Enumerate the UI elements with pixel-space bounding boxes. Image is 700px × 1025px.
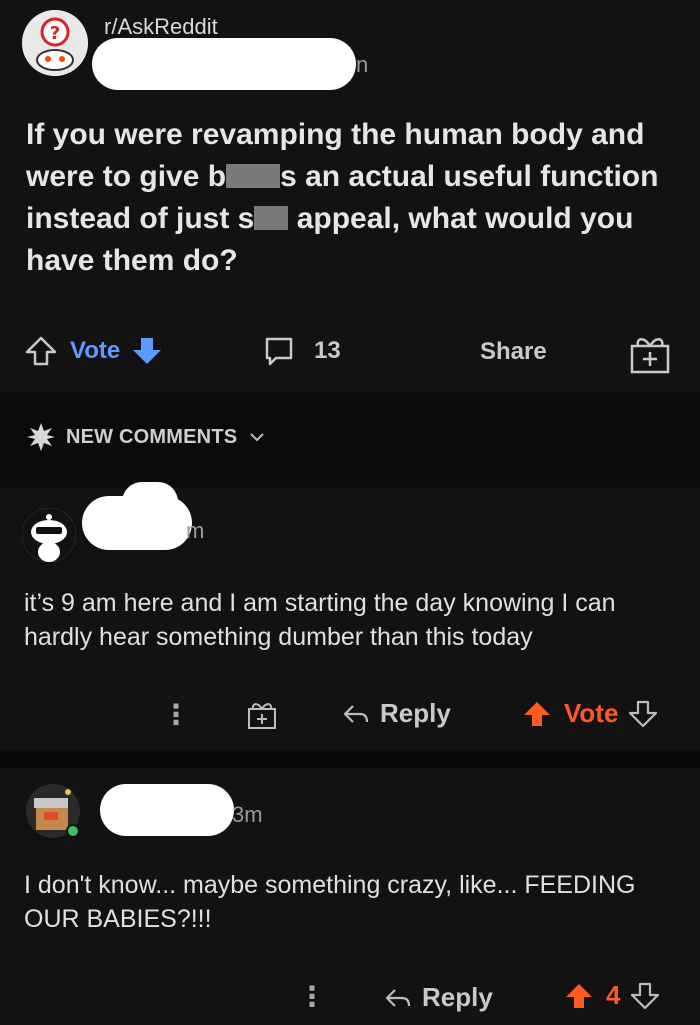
reply-label: Reply — [422, 982, 493, 1012]
post-action-bar: Vote 13 Share — [24, 328, 684, 378]
downvote-arrow-icon[interactable] — [630, 981, 660, 1011]
post-card: ? r/AskReddit n If you were revamping th… — [0, 0, 700, 392]
comment: 3m I don't know... maybe something crazy… — [0, 768, 700, 1025]
post-vote-group: Vote — [24, 334, 164, 368]
redacted-username — [92, 38, 356, 90]
share-button[interactable]: Share — [480, 338, 547, 366]
reply-label: Reply — [380, 698, 451, 728]
vote-label: Vote — [564, 698, 619, 728]
reply-button[interactable]: Reply — [342, 698, 451, 729]
gift-award-icon[interactable] — [246, 700, 278, 730]
gift-award-icon — [630, 338, 670, 374]
comments-button[interactable]: 13 — [262, 334, 341, 368]
comment-divider — [0, 750, 700, 768]
redacted-username — [122, 482, 178, 522]
post-title[interactable]: If you were revamping the human body and… — [26, 114, 676, 282]
post-time: n — [356, 52, 369, 77]
svg-text:?: ? — [50, 23, 60, 44]
censored-word — [254, 206, 289, 230]
comment-action-bar: ⋮ Reply 4 — [0, 976, 700, 1020]
new-comments-label: NEW COMMENTS — [66, 425, 238, 448]
vote-score: 4 — [606, 980, 621, 1010]
more-options-button[interactable]: ⋮ — [162, 698, 190, 731]
comment-body: it’s 9 am here and I am starting the day… — [24, 589, 616, 651]
new-comments-bar: NEW COMMENTS — [0, 392, 700, 488]
reply-arrow-icon — [385, 988, 411, 1007]
comment-time: m — [186, 518, 205, 543]
comment-time: 3m — [232, 802, 263, 827]
comment: m it’s 9 am here and I am starting the d… — [0, 482, 700, 750]
new-comments-sort[interactable]: NEW COMMENTS — [26, 422, 265, 452]
redacted-username — [100, 784, 234, 836]
upvote-arrow-icon[interactable] — [564, 981, 594, 1011]
comment-bubble-icon — [265, 337, 293, 366]
comment-body: I don't know... maybe something crazy, l… — [24, 871, 636, 933]
snoo-avatar-icon — [22, 508, 76, 562]
downvote-arrow-icon[interactable] — [130, 334, 164, 368]
chevron-down-icon — [250, 433, 264, 442]
comment-vote-group: Vote — [522, 698, 658, 729]
askreddit-logo-icon: ? — [22, 10, 88, 76]
comment-count: 13 — [314, 337, 341, 364]
subreddit-name[interactable]: r/AskReddit — [104, 14, 218, 40]
more-options-button[interactable]: ⋮ — [298, 980, 326, 1013]
comment-action-bar: ⋮ Reply Vote — [0, 694, 700, 738]
avatar[interactable] — [22, 508, 76, 562]
subreddit-avatar[interactable]: ? — [22, 10, 88, 76]
award-button[interactable] — [628, 334, 672, 379]
reply-arrow-icon — [343, 704, 369, 723]
online-status-icon — [66, 824, 80, 838]
vote-label: Vote — [70, 337, 121, 364]
comment-vote-group: 4 — [564, 980, 660, 1011]
censored-word — [226, 164, 281, 188]
upvote-arrow-icon[interactable] — [522, 699, 552, 729]
sparkle-icon — [27, 423, 55, 451]
downvote-arrow-icon[interactable] — [628, 699, 658, 729]
upvote-arrow-icon[interactable] — [24, 334, 58, 368]
reply-button[interactable]: Reply — [384, 982, 493, 1013]
post-header: ? r/AskReddit n — [22, 8, 682, 90]
